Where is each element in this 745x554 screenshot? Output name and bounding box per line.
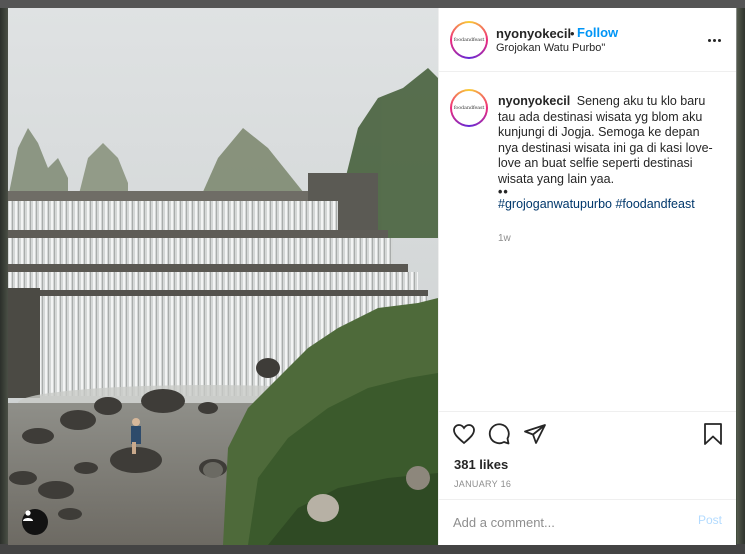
post-side-panel: foodandfeast nyonyokecil • Follow Grojok…: [438, 8, 736, 545]
location-link[interactable]: Grojokan Watu Purbo": [496, 42, 605, 54]
more-options-button[interactable]: [704, 32, 724, 48]
heart-icon: [453, 424, 475, 445]
person-icon: [23, 510, 33, 521]
add-comment-section: Post: [439, 499, 736, 545]
like-button[interactable]: [451, 422, 477, 448]
caption-section: foodandfeast nyonyokecil Seneng aku tu k…: [439, 73, 736, 410]
avatar-image: foodandfeast: [452, 23, 486, 57]
avatar-image: foodandfeast: [452, 91, 486, 125]
post-photo[interactable]: [8, 8, 438, 545]
caption-text: nyonyokecil Seneng aku tu klo baru tau a…: [498, 94, 720, 213]
caption-avatar[interactable]: foodandfeast: [450, 89, 488, 127]
comment-icon: [488, 423, 510, 445]
comment-button[interactable]: [486, 422, 512, 448]
share-button[interactable]: [522, 422, 548, 448]
avatar-logo: foodandfeast: [453, 37, 485, 43]
paper-plane-icon: [524, 424, 546, 444]
caption-dots: ••: [498, 185, 509, 199]
avatar[interactable]: foodandfeast: [450, 21, 488, 59]
bookmark-icon: [704, 423, 722, 445]
caption-username[interactable]: nyonyokecil: [498, 94, 570, 108]
more-dot-icon: [707, 38, 711, 42]
comment-input[interactable]: [453, 512, 673, 532]
backdrop-top-strip: [0, 0, 745, 8]
likes-count[interactable]: 381 likes: [454, 457, 508, 472]
user-tag-button[interactable]: [22, 509, 48, 535]
avatar-logo: foodandfeast: [453, 105, 485, 111]
more-dot-icon: [712, 38, 716, 42]
caption-hashtags[interactable]: #grojoganwatupurbo #foodandfeast: [498, 197, 695, 211]
follow-button[interactable]: Follow: [577, 25, 618, 40]
post-comment-button[interactable]: Post: [698, 513, 722, 527]
more-dot-icon: [717, 38, 721, 42]
caption-time-ago[interactable]: 1w: [498, 233, 511, 244]
save-button[interactable]: [700, 422, 726, 448]
header-separator: •: [570, 26, 575, 41]
waterfall-photo-image: [8, 8, 438, 545]
post-date[interactable]: JANUARY 16: [454, 479, 511, 489]
post-header: foodandfeast nyonyokecil • Follow Grojok…: [439, 8, 736, 72]
backdrop-bottom-strip: [0, 544, 745, 554]
header-username[interactable]: nyonyokecil: [496, 26, 571, 41]
